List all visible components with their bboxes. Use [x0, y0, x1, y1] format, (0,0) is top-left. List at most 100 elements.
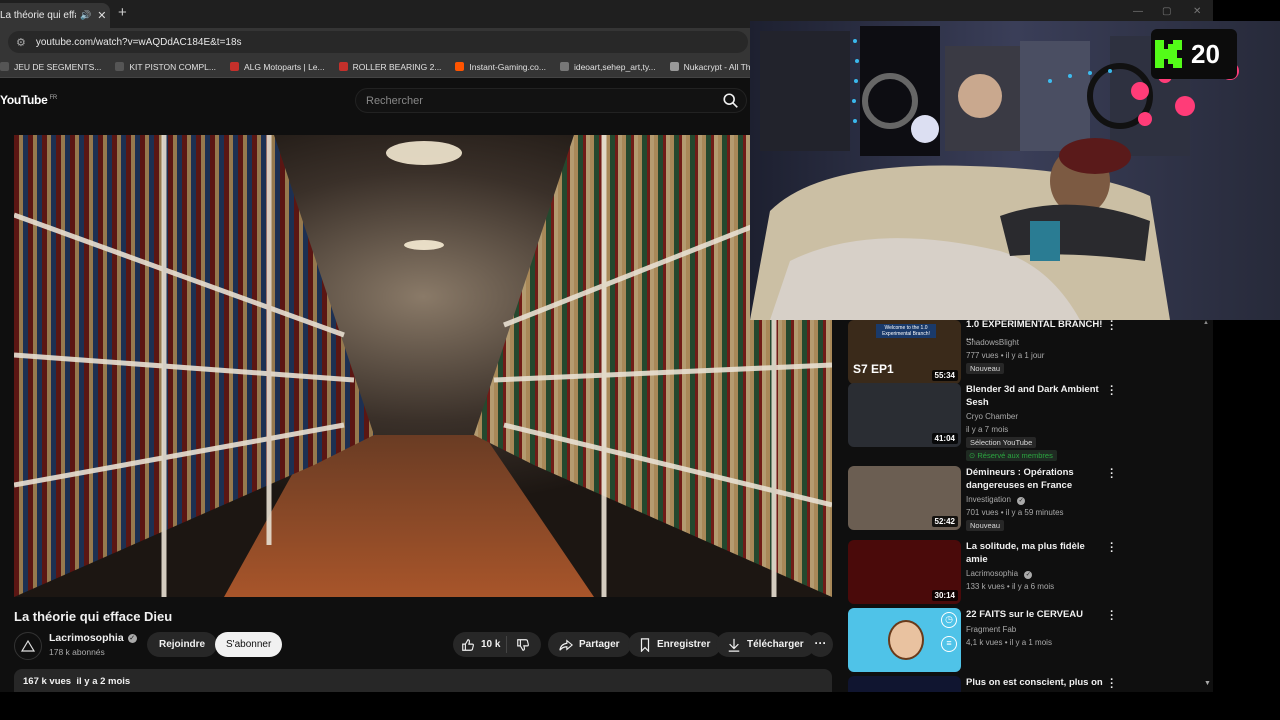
members-only-badge: ⊙ Réservé aux membres: [966, 450, 1057, 461]
bookmark-favicon-icon: [559, 62, 569, 71]
like-count: 10 k: [481, 639, 501, 650]
more-options-icon[interactable]: · · ·: [1108, 382, 1116, 401]
thumb-avatar: [888, 620, 924, 660]
scroll-down-icon[interactable]: ▼: [1204, 680, 1211, 687]
recommendation-item[interactable]: 41:04 Blender 3d and Dark Ambient Sesh Cry…: [848, 382, 1118, 461]
recommendation-meta: 133 k vues • il y a 6 mois: [966, 582, 1055, 591]
watch-later-icon[interactable]: ◷: [941, 612, 957, 628]
maximize-icon[interactable]: ▢: [1162, 6, 1171, 17]
download-button[interactable]: Télécharger: [716, 632, 815, 657]
minimize-icon[interactable]: —: [1133, 6, 1143, 17]
bookmark-label: ideoart,sehep_art,ty...: [573, 61, 656, 72]
recommendation-thumbnail[interactable]: 30:14: [848, 540, 961, 604]
video-duration: 41:04: [931, 433, 958, 444]
recommendation-title[interactable]: 22 FAITS sur le CERVEAU: [966, 608, 1106, 621]
more-actions-icon[interactable]: ···: [808, 632, 833, 657]
recommendation-item[interactable]: Plus on est conscient, plus on · · ·: [848, 675, 1118, 693]
bookmark-icon: [640, 637, 650, 652]
more-options-icon[interactable]: · · ·: [1108, 539, 1116, 558]
recommendation-channel[interactable]: Investigation ✓: [966, 493, 1026, 506]
channel-label: Fragment Fab: [966, 625, 1017, 634]
view-count: 167 k vues: [23, 676, 72, 687]
recommendation-badge: Nouveau: [966, 520, 1005, 531]
verified-icon: ✓: [1017, 497, 1026, 505]
recommendation-thumbnail[interactable]: Welcome to the 1.0 Experimental Branch! S…: [848, 320, 961, 384]
recommendation-item[interactable]: 30:14 La solitude, ma plus fidèle amie Lac…: [848, 539, 1118, 608]
more-options-icon[interactable]: · · ·: [1108, 607, 1116, 626]
recommendation-title[interactable]: Plus on est conscient, plus on: [966, 676, 1106, 689]
bookmark-label: Instant-Gaming.co...: [469, 61, 546, 72]
close-tab-icon[interactable]: ✕: [97, 9, 106, 22]
channel-label: ShadowsBlight: [966, 338, 1019, 347]
recommendation-thumbnail[interactable]: 41:04: [848, 383, 961, 447]
save-button[interactable]: Enregistrer: [628, 632, 722, 657]
bookmark-item[interactable]: JEU DE SEGMENTS...: [0, 62, 101, 72]
bookmark-item[interactable]: ROLLER BEARING 2...: [338, 62, 441, 72]
video-duration: 55:34: [931, 370, 958, 381]
more-options-icon[interactable]: · · ·: [1108, 317, 1116, 336]
speaker-icon[interactable]: 🔊: [80, 10, 91, 21]
recommendation-channel[interactable]: ShadowsBlight: [966, 336, 1019, 349]
new-tab-icon[interactable]: +: [118, 4, 127, 21]
recommendation-meta: 777 vues • il y a 1 jour: [966, 351, 1045, 360]
url-field[interactable]: ⚙ youtube.com/watch?v=wAQDdAC184E&t=18s: [8, 31, 748, 53]
search-input[interactable]: Rechercher: [355, 88, 747, 113]
bookmark-label: KIT PISTON COMPL...: [129, 61, 216, 72]
recommendation-channel[interactable]: Fragment Fab: [966, 623, 1016, 636]
recommendation-title[interactable]: Démineurs : Opérations dangereuses en Fr…: [966, 466, 1106, 492]
tab-title: La théorie qui efface Dieu: [0, 10, 76, 21]
download-icon: [728, 638, 740, 652]
url-text: youtube.com/watch?v=wAQDdAC184E&t=18s: [35, 36, 242, 48]
search-icon[interactable]: [722, 92, 740, 110]
channel-name[interactable]: Lacrimosophia ✓: [49, 632, 137, 644]
subscribe-button[interactable]: S'abonner: [215, 632, 283, 657]
bookmark-item[interactable]: ALG Motoparts | Le...: [229, 62, 325, 72]
video-duration: 30:14: [931, 590, 958, 601]
recommendation-meta: il y a 7 mois: [966, 425, 1009, 434]
thumbs-down-icon: [517, 638, 529, 651]
recommendation-title[interactable]: La solitude, ma plus fidèle amie: [966, 540, 1106, 566]
more-options-icon[interactable]: · · ·: [1108, 675, 1116, 693]
tab-active[interactable]: La théorie qui efface Dieu 🔊 ✕: [0, 3, 110, 28]
recommendation-item[interactable]: 52:42 Démineurs : Opérations dangereuses …: [848, 465, 1118, 534]
recommendation-channel[interactable]: Cryo Chamber: [966, 410, 1018, 423]
site-settings-icon[interactable]: ⚙: [16, 36, 26, 49]
bookmark-item[interactable]: Instant-Gaming.co...: [455, 62, 546, 72]
scroll-up-icon[interactable]: ▲: [1203, 320, 1209, 326]
more-options-icon[interactable]: · · ·: [1108, 465, 1116, 484]
recommendation-channel[interactable]: Lacrimosophia ✓: [966, 567, 1033, 580]
recommendation-title[interactable]: Blender 3d and Dark Ambient Sesh: [966, 383, 1106, 409]
recommendation-item[interactable]: ◷ ≡ 22 FAITS sur le CERVEAU Fragment Fab 4,1…: [848, 607, 1118, 676]
video-player[interactable]: [14, 135, 832, 597]
bookmark-item[interactable]: ideoart,sehep_art,ty...: [559, 61, 656, 72]
video-frame: [14, 135, 832, 597]
dislike-button[interactable]: [507, 638, 530, 652]
bookmark-favicon-icon: [0, 62, 9, 71]
bookmark-favicon-icon: [669, 62, 679, 71]
description-box[interactable]: 167 k vues il y a 2 mois: [14, 669, 832, 692]
bookmark-item[interactable]: KIT PISTON COMPL...: [115, 62, 216, 72]
bookmark-favicon-icon: [229, 62, 239, 71]
recommendation-badge: Sélection YouTube: [966, 437, 1037, 448]
recommendation-thumbnail[interactable]: [848, 676, 961, 692]
join-button[interactable]: Rejoindre: [147, 632, 218, 657]
viewer-count: 20: [1191, 38, 1220, 69]
channel-name-text: Lacrimosophia: [49, 632, 124, 644]
youtube-logo[interactable]: YouTube FR: [0, 93, 57, 107]
like-dislike-group: 10 k: [453, 632, 541, 657]
download-label: Télécharger: [747, 639, 804, 650]
members-label: Réservé aux membres: [977, 451, 1053, 460]
like-button[interactable]: 10 k: [453, 636, 507, 653]
kick-logo-icon: [1155, 40, 1182, 68]
share-icon: [559, 638, 573, 651]
recommendation-item[interactable]: Welcome to the 1.0 Experimental Branch! S…: [848, 317, 1118, 386]
recommendation-thumbnail[interactable]: 52:42: [848, 466, 961, 530]
thumbs-up-icon: [462, 638, 474, 651]
bookmark-label: JEU DE SEGMENTS...: [14, 61, 102, 72]
channel-logo-icon: [20, 639, 36, 652]
channel-avatar[interactable]: [14, 632, 42, 660]
share-button[interactable]: Partager: [548, 632, 631, 657]
add-to-queue-icon[interactable]: ≡: [941, 636, 957, 652]
recommendation-thumbnail[interactable]: ◷ ≡: [848, 608, 961, 672]
close-window-icon[interactable]: ✕: [1193, 6, 1201, 17]
